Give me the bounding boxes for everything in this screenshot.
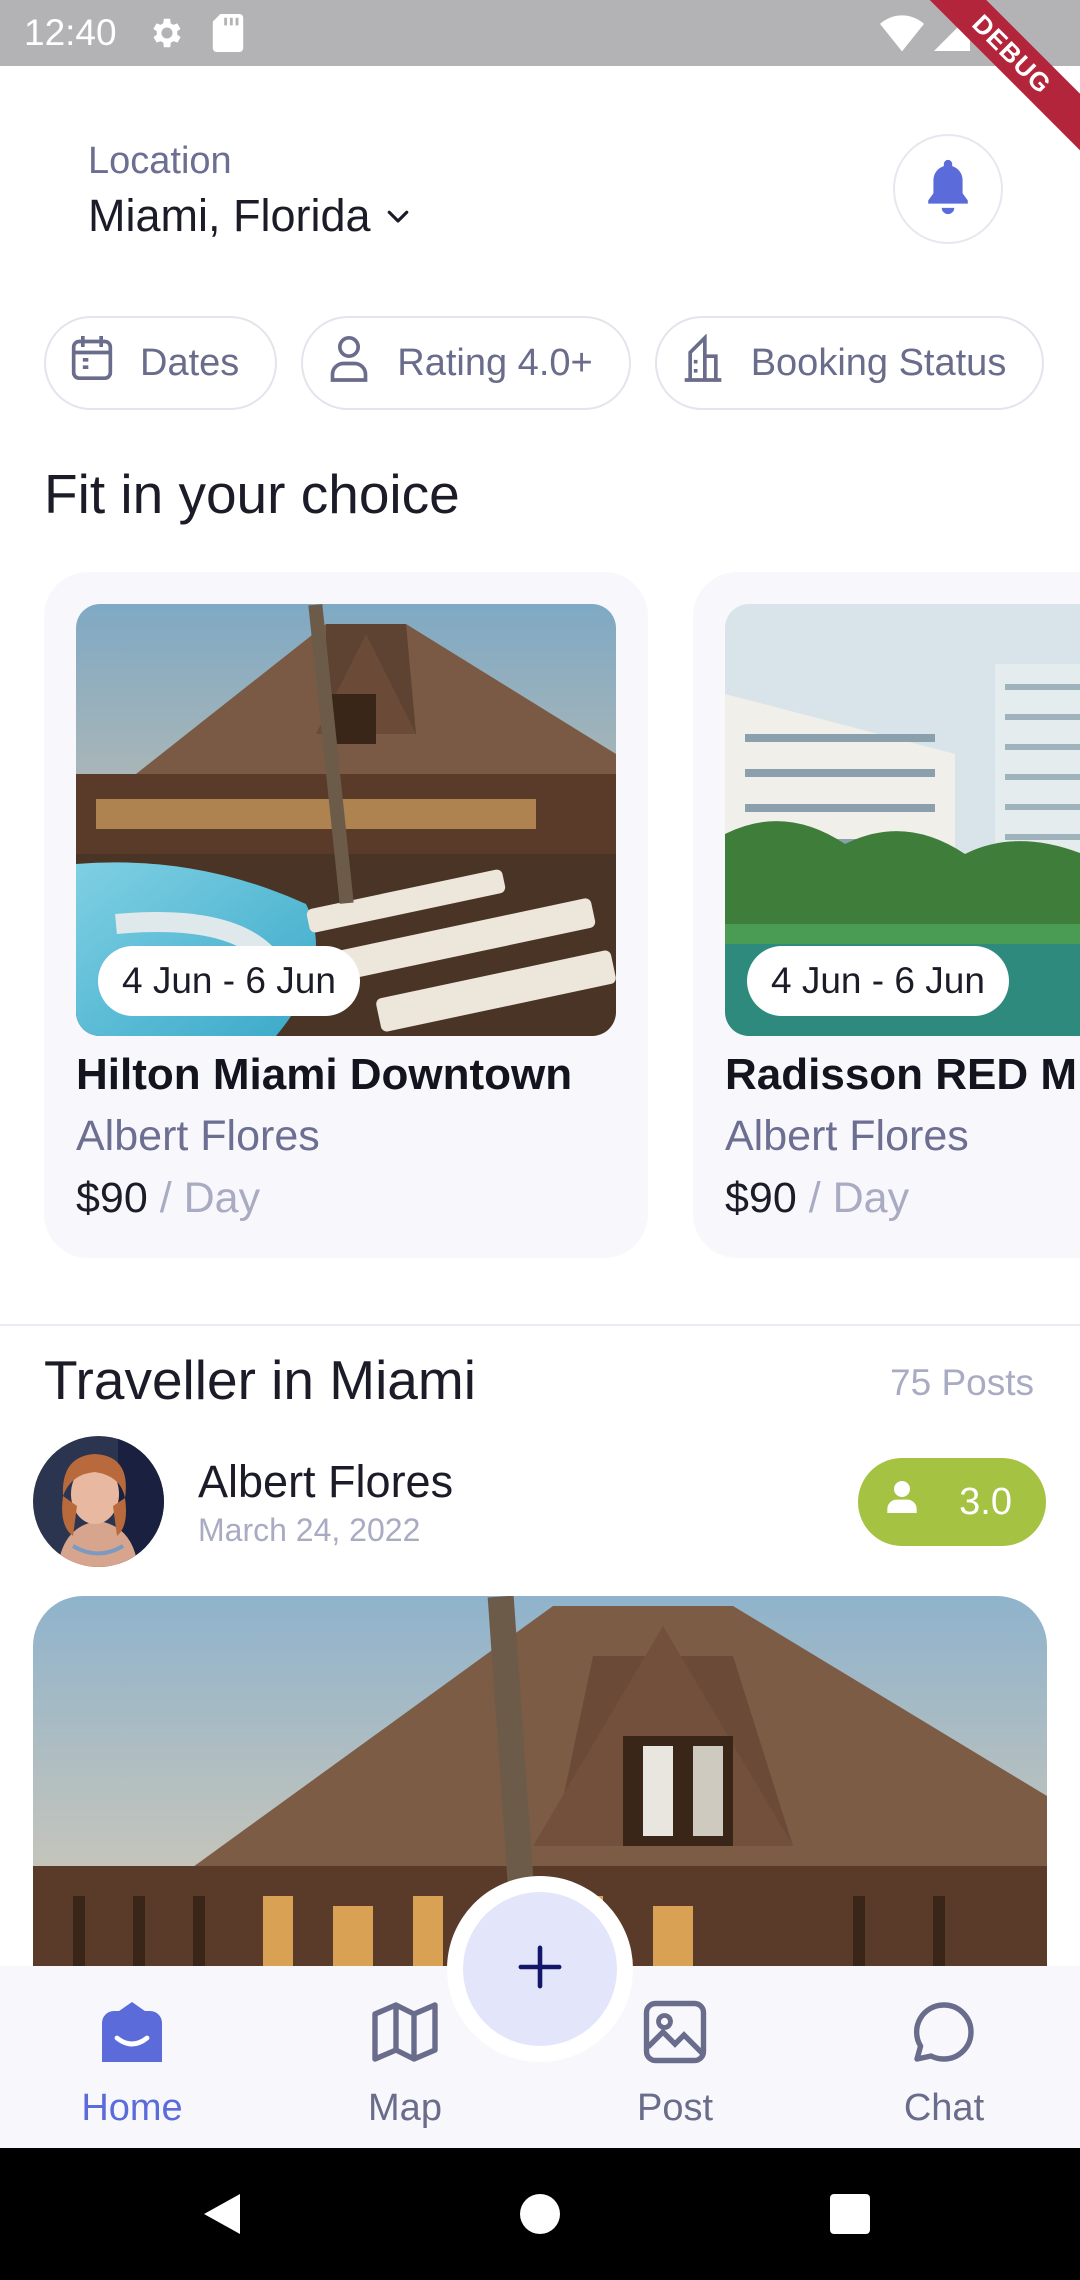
posts-count[interactable]: 75 Posts xyxy=(890,1362,1034,1404)
location-label: Location xyxy=(88,140,232,182)
location-selector[interactable]: Miami, Florida xyxy=(88,190,413,242)
recents-icon[interactable] xyxy=(828,2192,872,2241)
rating-badge: 3.0 xyxy=(858,1458,1046,1546)
nav-label: Chat xyxy=(903,2087,985,2129)
hotel-photo: 4 Jun - 6 Jun xyxy=(76,604,616,1036)
hotel-photo: 4 Jun - 6 Jun xyxy=(725,604,1080,1036)
map-icon xyxy=(369,1996,441,2073)
location-value: Miami, Florida xyxy=(88,190,371,241)
price-unit: / Day xyxy=(159,1174,261,1222)
hotel-card[interactable]: 4 Jun - 6 Jun Hilton Miami Downtown Albe… xyxy=(44,572,648,1258)
filter-chip-booking-status[interactable]: Booking Status xyxy=(654,316,1045,410)
status-bar: 12:40 DEBUG xyxy=(0,0,1080,161)
home-circle-icon[interactable] xyxy=(518,2192,562,2241)
price: $90 / Day xyxy=(76,1174,260,1223)
price-value: $90 xyxy=(76,1174,148,1222)
person-icon xyxy=(327,334,371,392)
person-icon xyxy=(886,1479,918,1525)
settings-icon xyxy=(148,14,186,57)
hotel-name: Hilton Miami Downtown xyxy=(76,1050,573,1099)
plus-icon xyxy=(517,1944,563,1995)
filter-chips: Dates Rating 4.0+ Booking Status xyxy=(44,316,1045,410)
section-title-traveller: Traveller in Miami xyxy=(44,1349,476,1411)
filter-chip-rating[interactable]: Rating 4.0+ xyxy=(301,316,631,410)
price: $90 / Day xyxy=(725,1174,909,1223)
host-name: Albert Flores xyxy=(76,1112,320,1160)
nav-label: Home xyxy=(81,2087,183,2129)
status-time: 12:40 xyxy=(24,12,117,53)
nav-label: Post xyxy=(636,2087,714,2129)
section-title-choice: Fit in your choice xyxy=(44,463,460,525)
filter-chip-label: Rating 4.0+ xyxy=(397,341,593,384)
host-name: Albert Flores xyxy=(725,1112,969,1160)
calendar-icon xyxy=(70,334,114,392)
image-icon xyxy=(639,1996,711,2073)
filter-chip-label: Dates xyxy=(140,341,240,384)
home-icon xyxy=(96,1996,168,2073)
avatar[interactable] xyxy=(33,1436,164,1567)
price-unit: / Day xyxy=(808,1174,910,1222)
post-author-name: Albert Flores xyxy=(198,1456,454,1507)
price-value: $90 xyxy=(725,1174,797,1222)
building-icon xyxy=(681,333,725,392)
date-badge: 4 Jun - 6 Jun xyxy=(98,946,360,1016)
hotel-card[interactable]: 4 Jun - 6 Jun Radisson RED Miami Albert … xyxy=(693,572,1080,1258)
filter-chip-label: Booking Status xyxy=(750,341,1007,384)
wifi-icon xyxy=(880,14,924,57)
hotel-name: Radisson RED Miami xyxy=(725,1050,1080,1099)
add-post-button[interactable] xyxy=(463,1892,617,2046)
date-badge: 4 Jun - 6 Jun xyxy=(747,946,1009,1016)
chevron-down-icon xyxy=(383,190,413,242)
nav-label: Map xyxy=(368,2087,442,2129)
nav-item-chat[interactable]: Chat xyxy=(844,1996,1044,2130)
chat-icon xyxy=(908,1996,980,2073)
sd-card-icon xyxy=(212,14,244,57)
rating-value: 3.0 xyxy=(959,1480,1012,1523)
section-divider xyxy=(0,1324,1080,1326)
bell-icon xyxy=(923,159,973,220)
filter-chip-dates[interactable]: Dates xyxy=(44,316,278,410)
notifications-button[interactable] xyxy=(893,134,1003,244)
system-navigation-bar xyxy=(0,2148,1080,2280)
nav-item-home[interactable]: Home xyxy=(32,1996,232,2130)
back-icon[interactable] xyxy=(202,2192,242,2241)
post-date: March 24, 2022 xyxy=(198,1512,421,1548)
